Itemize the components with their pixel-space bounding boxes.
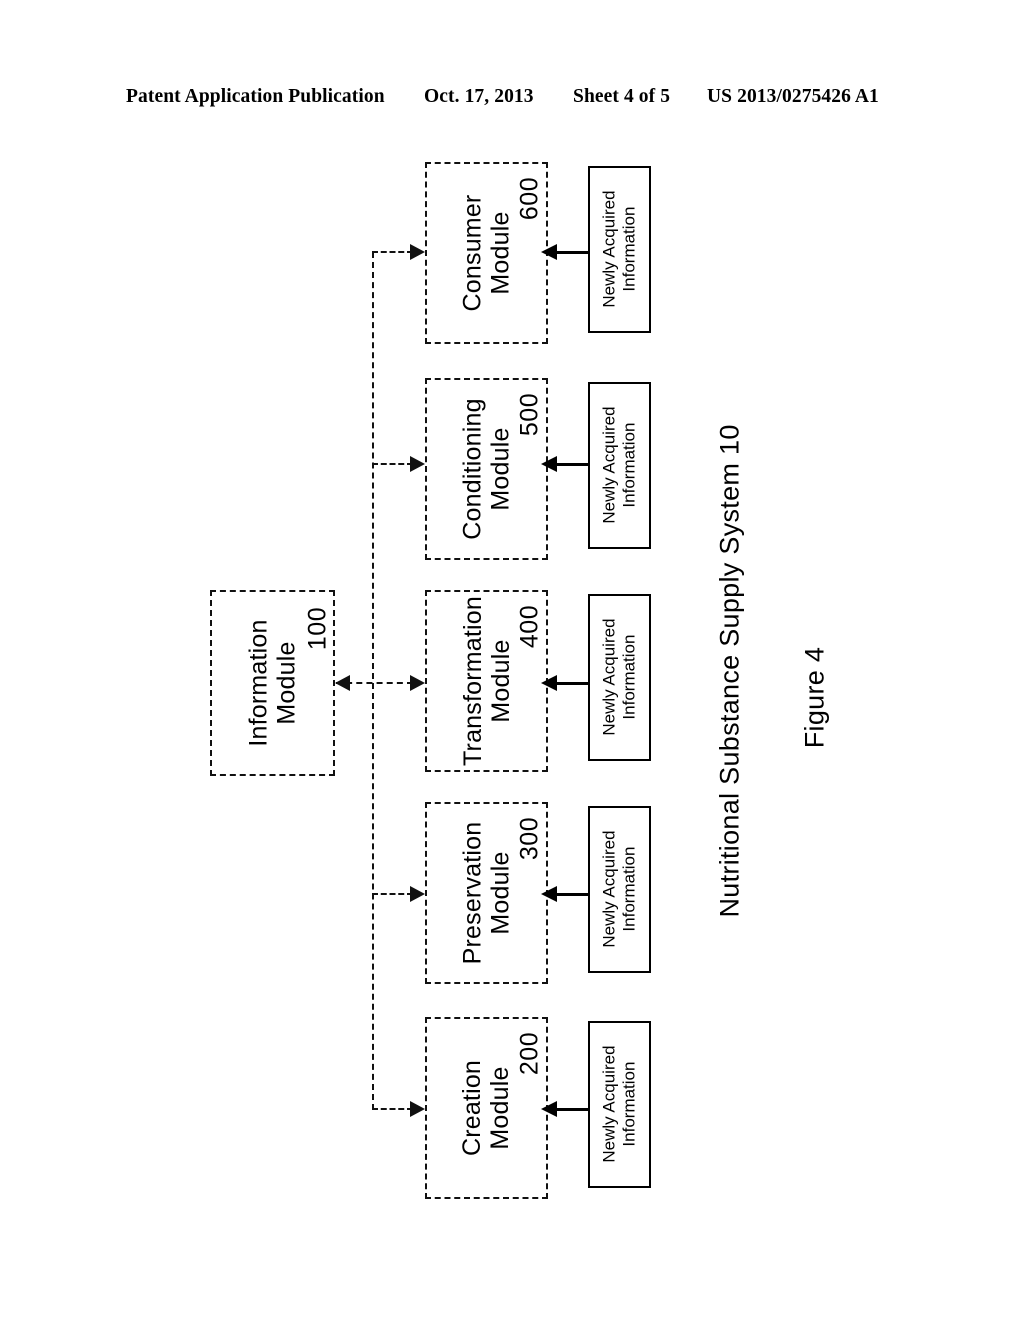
nai-arrowhead-preservation	[541, 886, 557, 902]
nai-preservation-content: Newly Acquired Information	[590, 808, 649, 971]
preservation-module-title-line2: Module	[486, 851, 515, 935]
transformation-module-ref: 400	[515, 604, 544, 649]
creation-module-title-line2: Module	[486, 1066, 515, 1150]
nai-transformation-text: Newly Acquired Information	[599, 619, 639, 736]
consumer-module-ref: 600	[515, 176, 544, 221]
system-caption: Nutritional Substance Supply System 10	[714, 424, 745, 918]
newly-acquired-information-box-preservation[interactable]: Newly Acquired Information	[588, 806, 651, 973]
information-module-title-line1: Information	[244, 619, 273, 747]
newly-acquired-information-box-consumer[interactable]: Newly Acquired Information	[588, 166, 651, 333]
nai-arrowhead-consumer	[541, 244, 557, 260]
nai-arrowhead-creation	[541, 1101, 557, 1117]
branch-arrowhead-transformation	[410, 675, 425, 691]
nai-connector-consumer	[553, 251, 589, 254]
figure-caption: Figure 4	[799, 646, 830, 749]
nai-connector-transformation	[553, 682, 589, 685]
branch-line-consumer	[372, 251, 413, 253]
branch-arrowhead-conditioning	[410, 456, 425, 472]
nai-conditioning-text: Newly Acquired Information	[599, 407, 639, 524]
info-module-arrowhead	[335, 675, 350, 691]
nai-consumer-content: Newly Acquired Information	[590, 168, 649, 331]
nai-creation-text: Newly Acquired Information	[599, 1046, 639, 1163]
nai-arrowhead-conditioning	[541, 456, 557, 472]
newly-acquired-information-box-conditioning[interactable]: Newly Acquired Information	[588, 382, 651, 549]
nai-connector-creation	[553, 1108, 589, 1111]
nai-arrowhead-transformation	[541, 675, 557, 691]
nai-transformation-line2: Information	[619, 634, 639, 721]
conditioning-module-title-line2: Module	[486, 427, 515, 511]
creation-module-title-line1: Creation	[458, 1059, 487, 1157]
branch-arrowhead-creation	[410, 1101, 425, 1117]
conditioning-module-box[interactable]: Conditioning Module 500	[425, 378, 548, 560]
creation-module-title: Creation Module	[458, 1060, 514, 1156]
nai-transformation-content: Newly Acquired Information	[590, 596, 649, 759]
information-module-title: Information Module	[245, 619, 301, 746]
information-module-title-line2: Module	[272, 641, 301, 725]
preservation-module-ref: 300	[515, 816, 544, 861]
nai-conditioning-line1: Newly Acquired	[599, 406, 619, 525]
creation-module-box[interactable]: Creation Module 200	[425, 1017, 548, 1199]
transformation-module-box[interactable]: Transformation Module 400	[425, 590, 548, 772]
creation-module-ref: 200	[515, 1031, 544, 1076]
branch-arrowhead-consumer	[410, 244, 425, 260]
newly-acquired-information-box-creation[interactable]: Newly Acquired Information	[588, 1021, 651, 1188]
consumer-module-title-line2: Module	[486, 211, 515, 295]
nai-preservation-text: Newly Acquired Information	[599, 831, 639, 948]
nai-connector-conditioning	[553, 463, 589, 466]
nai-preservation-line2: Information	[619, 846, 639, 933]
nai-transformation-line1: Newly Acquired	[599, 618, 619, 737]
nai-connector-preservation	[553, 893, 589, 896]
preservation-module-title: Preservation Module	[459, 822, 515, 965]
nai-preservation-line1: Newly Acquired	[599, 830, 619, 949]
transformation-module-title: Transformation Module	[459, 596, 515, 766]
consumer-module-title-line1: Consumer	[458, 194, 487, 312]
nai-conditioning-content: Newly Acquired Information	[590, 384, 649, 547]
branch-line-preservation	[372, 893, 413, 895]
figure-4-diagram: Information Module 100 Consumer Module 6…	[0, 0, 1024, 1320]
consumer-module-title: Consumer Module	[458, 195, 514, 312]
transformation-module-title-line2: Module	[486, 639, 515, 723]
nai-creation-line1: Newly Acquired	[599, 1045, 619, 1164]
nai-consumer-line2: Information	[619, 206, 639, 293]
branch-arrowhead-preservation	[410, 886, 425, 902]
branch-line-creation	[372, 1108, 413, 1110]
newly-acquired-information-box-transformation[interactable]: Newly Acquired Information	[588, 594, 651, 761]
conditioning-module-title: Conditioning Module	[459, 398, 515, 539]
consumer-module-box[interactable]: Consumer Module 600	[425, 162, 548, 344]
preservation-module-box[interactable]: Preservation Module 300	[425, 802, 548, 984]
conditioning-module-ref: 500	[515, 392, 544, 437]
information-module-ref: 100	[303, 606, 332, 651]
nai-creation-content: Newly Acquired Information	[590, 1023, 649, 1186]
preservation-module-title-line1: Preservation	[458, 821, 487, 965]
transformation-module-title-line1: Transformation	[458, 596, 487, 766]
information-module-box[interactable]: Information Module 100	[210, 590, 335, 776]
nai-conditioning-line2: Information	[619, 422, 639, 509]
branch-line-conditioning	[372, 463, 413, 465]
nai-consumer-line1: Newly Acquired	[599, 190, 619, 309]
conditioning-module-title-line1: Conditioning	[458, 398, 487, 540]
distribution-trunk-line	[372, 252, 374, 1110]
nai-creation-line2: Information	[619, 1061, 639, 1148]
nai-consumer-text: Newly Acquired Information	[599, 191, 639, 308]
